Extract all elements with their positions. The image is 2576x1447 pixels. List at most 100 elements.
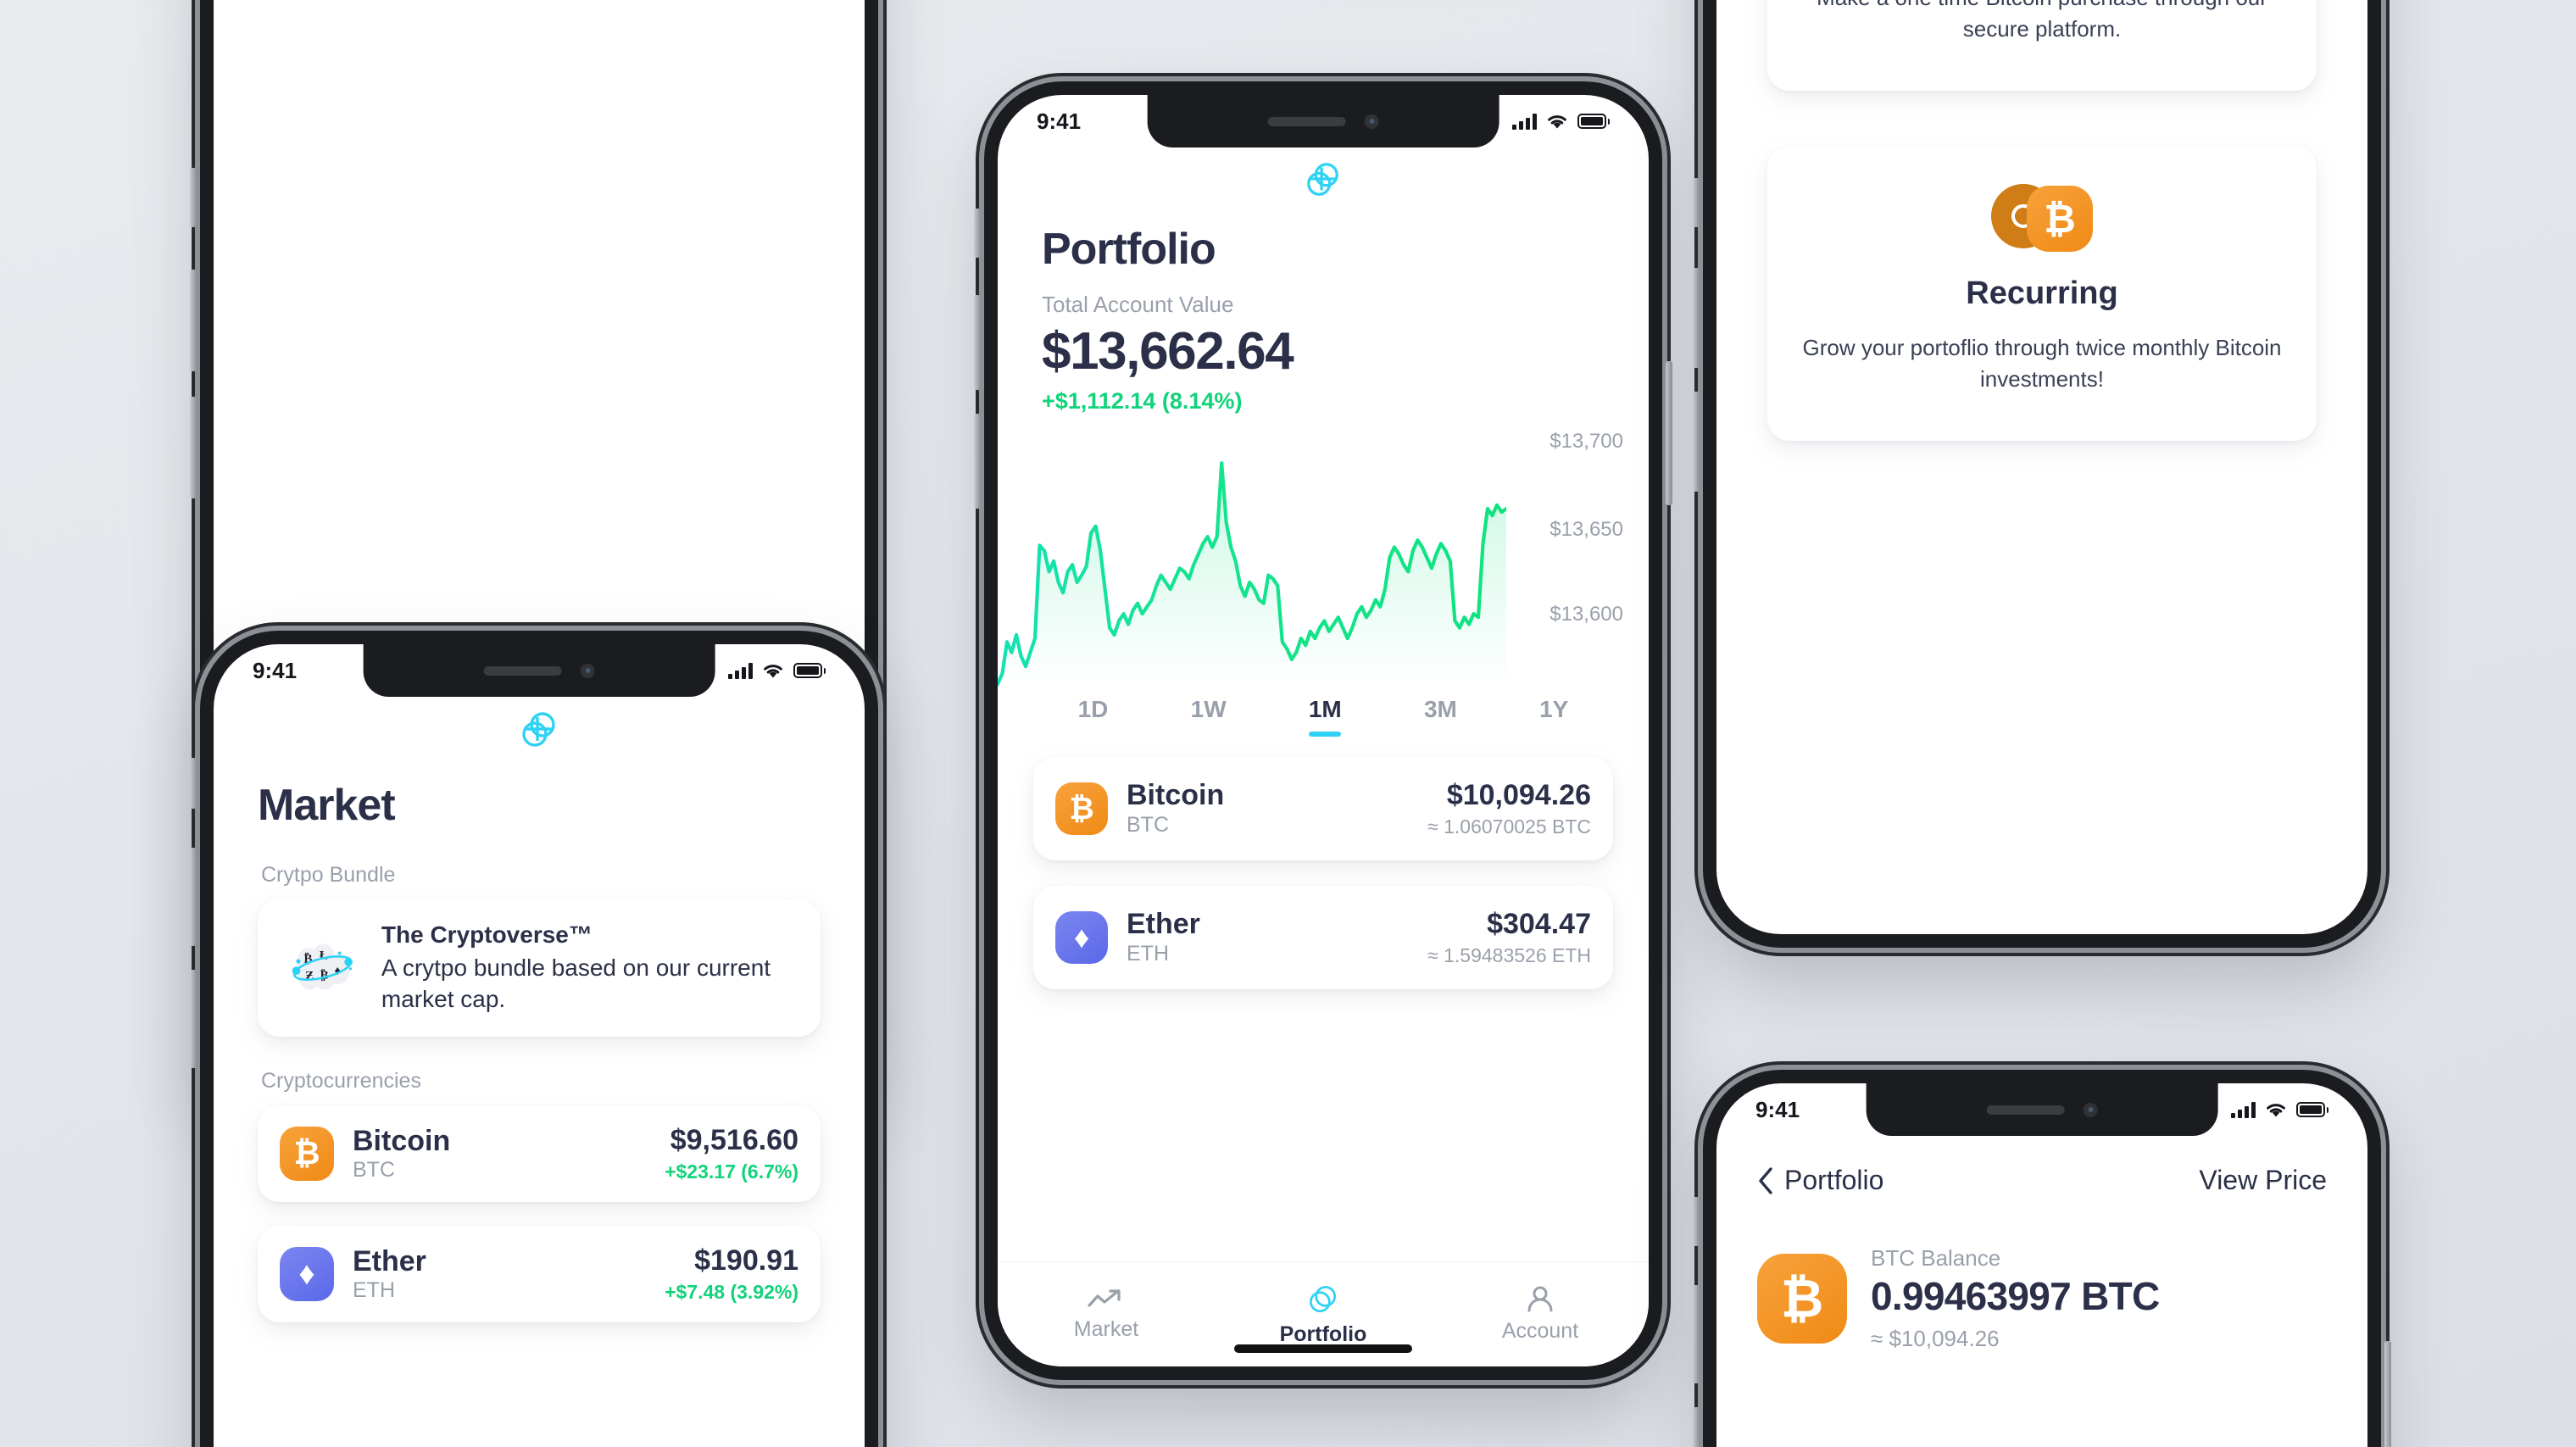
- back-label: Portfolio: [1784, 1165, 1884, 1195]
- tab-label: Portfolio: [1279, 1322, 1367, 1346]
- y-tick-13650: $13,650: [1549, 518, 1623, 541]
- ethereum-glyph: ♦: [298, 1255, 315, 1292]
- coin-symbol: BTC: [353, 1158, 395, 1183]
- holding-row-bitcoin[interactable]: ₿ Bitcoin BTC $10,094.26 ≈ 1.06070025 BT…: [1033, 757, 1613, 860]
- volume-down-button[interactable]: [1693, 1407, 1700, 1447]
- option-description: Grow your portoflio through twice monthl…: [1802, 334, 2282, 392]
- volume-down-button[interactable]: [190, 970, 197, 1068]
- ethereum-icon: ♦: [280, 1247, 334, 1302]
- holding-symbol: ETH: [1127, 941, 1169, 966]
- status-time: 9:41: [253, 657, 298, 683]
- holding-amount: ≈ 1.06070025 BTC: [1427, 815, 1591, 838]
- power-button[interactable]: [1666, 361, 1672, 505]
- holding-amount: ≈ 1.59483526 ETH: [1427, 944, 1591, 966]
- mute-switch[interactable]: [190, 168, 197, 227]
- cellular-signal-icon: [1512, 113, 1537, 130]
- app-logo-icon: [522, 712, 555, 747]
- mute-switch[interactable]: [974, 209, 981, 258]
- section-label-bundle: Crytpo Bundle: [261, 863, 396, 887]
- status-bar: 9:41: [214, 644, 865, 697]
- portfolio-chart: $13,700 $13,650 $13,600: [998, 430, 1649, 687]
- svg-text:Ƶ: Ƶ: [305, 969, 314, 983]
- section-label-cryptocurrencies: Cryptocurrencies: [261, 1069, 421, 1094]
- cellular-signal-icon: [728, 662, 753, 679]
- buy-options-screen: ₿ Once Make a one time Bitcoin purchase …: [1716, 0, 2367, 934]
- market-row-bitcoin[interactable]: ₿ Bitcoin BTC $9,516.60 +$23.17 (6.7%): [258, 1105, 821, 1203]
- balance-row: ₿ BTC Balance 0.99463997 BTC ≈ $10,094.2…: [1757, 1245, 2327, 1352]
- range-1y[interactable]: 1Y: [1539, 696, 1568, 737]
- holding-name: Bitcoin: [1127, 779, 1225, 812]
- status-time: 9:41: [1755, 1096, 1800, 1122]
- mute-switch[interactable]: [190, 758, 197, 809]
- ethereum-glyph: ♦: [1073, 920, 1090, 954]
- bundle-title: The Cryptoverse™: [381, 921, 593, 948]
- bitcoin-glyph: ₿: [293, 1135, 320, 1172]
- chevron-left-icon: [1759, 1166, 1772, 1194]
- total-account-change: +$1,112.14 (8.14%): [1042, 388, 1243, 414]
- holding-row-ether[interactable]: ♦ Ether ETH $304.47 ≈ 1.59483526 ETH: [1033, 886, 1613, 989]
- tab-market[interactable]: Market: [998, 1262, 1215, 1366]
- app-logo-icon: [1307, 163, 1338, 196]
- back-button[interactable]: Portfolio: [1757, 1165, 1883, 1196]
- option-description: Make a one time Bitcoin purchase through…: [1817, 0, 2267, 42]
- brand-logo: [998, 161, 1649, 198]
- bitcoin-icon: ₿: [1757, 1254, 1847, 1344]
- holding-name: Ether: [1127, 908, 1200, 941]
- range-3m[interactable]: 3M: [1424, 696, 1457, 737]
- bundle-card[interactable]: ₿ Ł Ƶ ₿ ♦ The Cryptoverse™ A crytpo bundle …: [258, 899, 821, 1038]
- y-tick-13700: $13,700: [1549, 430, 1623, 453]
- range-1w[interactable]: 1W: [1191, 696, 1227, 737]
- total-account-value: $13,662.64: [1042, 322, 1294, 381]
- btc-detail-screen: 9:41 Portfolio View Price ₿ BTC Balance …: [1716, 1083, 2367, 1447]
- volume-up-button[interactable]: [1693, 1285, 1700, 1383]
- view-price-button[interactable]: View Price: [2199, 1165, 2327, 1196]
- volume-down-button[interactable]: [190, 397, 197, 498]
- mute-switch[interactable]: [1693, 178, 1700, 227]
- coin-symbol: ETH: [353, 1278, 395, 1303]
- phone-buy-options: ₿ Once Make a one time Bitcoin purchase …: [1693, 0, 2381, 948]
- market-row-ether[interactable]: ♦ Ether ETH $190.91 +$7.48 (3.92%): [258, 1226, 821, 1323]
- mute-switch[interactable]: [1693, 1197, 1700, 1246]
- bitcoin-icon: ₿: [2027, 185, 2093, 252]
- bitcoin-icon: ₿: [1055, 782, 1108, 835]
- range-1d[interactable]: 1D: [1078, 696, 1109, 737]
- person-icon: [1527, 1286, 1553, 1312]
- y-tick-13600: $13,600: [1549, 603, 1623, 626]
- battery-icon: [793, 663, 826, 678]
- total-account-value-label: Total Account Value: [1042, 292, 1234, 317]
- status-bar: 9:41: [1716, 1083, 2367, 1136]
- phone-market: 9:41 Market Crytpo Bundle ₿ Ł Ƶ ₿ ♦ The …: [190, 631, 878, 1447]
- tab-account[interactable]: Account: [1432, 1262, 1649, 1366]
- wifi-icon: [764, 664, 782, 677]
- svg-text:₿: ₿: [320, 968, 329, 982]
- status-bar: 9:41: [998, 95, 1649, 147]
- power-button[interactable]: [2384, 1341, 2391, 1447]
- range-1m[interactable]: 1M: [1309, 696, 1342, 737]
- holding-symbol: BTC: [1127, 812, 1169, 837]
- market-screen: 9:41 Market Crytpo Bundle ₿ Ł Ƶ ₿ ♦ The …: [214, 644, 865, 1447]
- tab-label: Account: [1501, 1319, 1579, 1343]
- cellular-signal-icon: [2231, 1101, 2256, 1118]
- home-indicator: [1234, 1344, 1412, 1353]
- trending-up-icon: [1088, 1289, 1121, 1307]
- coin-change: +$23.17 (6.7%): [665, 1160, 798, 1183]
- svg-text:Ł: Ł: [320, 949, 328, 963]
- volume-up-button[interactable]: [1693, 268, 1700, 368]
- volume-up-button[interactable]: [974, 295, 981, 390]
- volume-down-button[interactable]: [974, 414, 981, 509]
- market-app: Market Crytpo Bundle ₿ Ł Ƶ ₿ ♦ The Crypt…: [214, 644, 865, 1447]
- time-range-tabs[interactable]: 1D 1W 1M 3M 1Y: [998, 687, 1649, 737]
- volume-down-button[interactable]: [1693, 392, 1700, 492]
- portfolio-screen: 9:41 Portfolio Total Account Value $13,6…: [998, 95, 1649, 1366]
- balance-approx: ≈ $10,094.26: [1871, 1326, 2000, 1351]
- volume-up-button[interactable]: [190, 848, 197, 946]
- option-title: Recurring: [1966, 275, 2118, 311]
- bitcoin-glyph: ₿: [1069, 791, 1094, 826]
- buy-option-once-card[interactable]: ₿ Once Make a one time Bitcoin purchase …: [1767, 0, 2317, 91]
- holding-value: $10,094.26: [1446, 779, 1591, 811]
- cryptoverse-illustration-icon: ₿ Ł Ƶ ₿ ♦: [292, 943, 353, 990]
- navigation-bar: Portfolio View Price: [1757, 1165, 2327, 1196]
- volume-up-button[interactable]: [190, 270, 197, 371]
- buy-option-recurring-card[interactable]: ₿ Recurring Grow your portoflio through …: [1767, 146, 2317, 441]
- coin-name: Ether: [353, 1244, 426, 1277]
